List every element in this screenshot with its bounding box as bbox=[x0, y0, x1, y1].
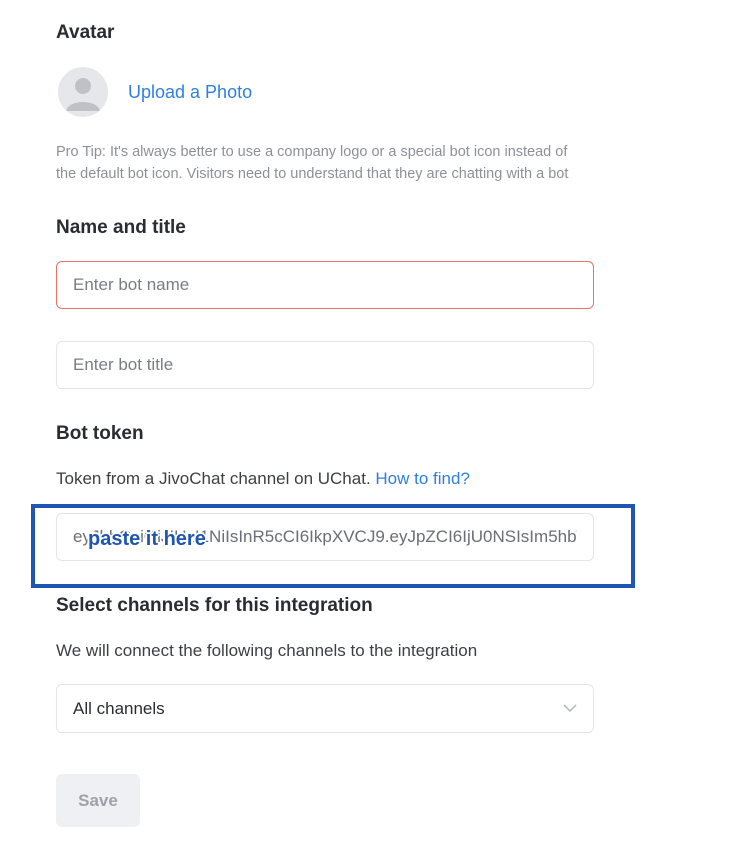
avatar-section-title: Avatar bbox=[56, 22, 115, 43]
annotation-paste-label: paste it here bbox=[88, 528, 206, 550]
pro-tip-text: Pro Tip: It's always better to use a com… bbox=[56, 141, 616, 185]
channels-select[interactable]: All channels bbox=[56, 684, 594, 733]
bot-name-input[interactable] bbox=[57, 262, 593, 308]
channels-select-value: All channels bbox=[73, 699, 165, 718]
token-description: Token from a JivoChat channel on UChat. … bbox=[56, 469, 470, 489]
bot-name-field bbox=[56, 261, 594, 309]
how-to-find-link[interactable]: How to find? bbox=[375, 469, 470, 488]
bot-title-input[interactable] bbox=[57, 342, 593, 388]
upload-photo-link[interactable]: Upload a Photo bbox=[128, 82, 252, 103]
pro-tip-line-2: the default bot icon. Visitors need to u… bbox=[56, 166, 569, 182]
token-description-text: Token from a JivoChat channel on UChat. bbox=[56, 469, 371, 488]
user-silhouette-icon bbox=[66, 78, 100, 111]
bot-token-section-title: Bot token bbox=[56, 423, 144, 444]
chevron-down-icon bbox=[562, 700, 578, 721]
pro-tip-line-1: Pro Tip: It's always better to use a com… bbox=[56, 144, 568, 160]
avatar-placeholder bbox=[58, 67, 108, 117]
bot-title-field bbox=[56, 341, 594, 389]
channels-description: We will connect the following channels t… bbox=[56, 641, 478, 660]
channels-section-title: Select channels for this integration bbox=[56, 595, 373, 616]
save-button[interactable]: Save bbox=[56, 774, 140, 827]
name-title-section-title: Name and title bbox=[56, 217, 186, 238]
